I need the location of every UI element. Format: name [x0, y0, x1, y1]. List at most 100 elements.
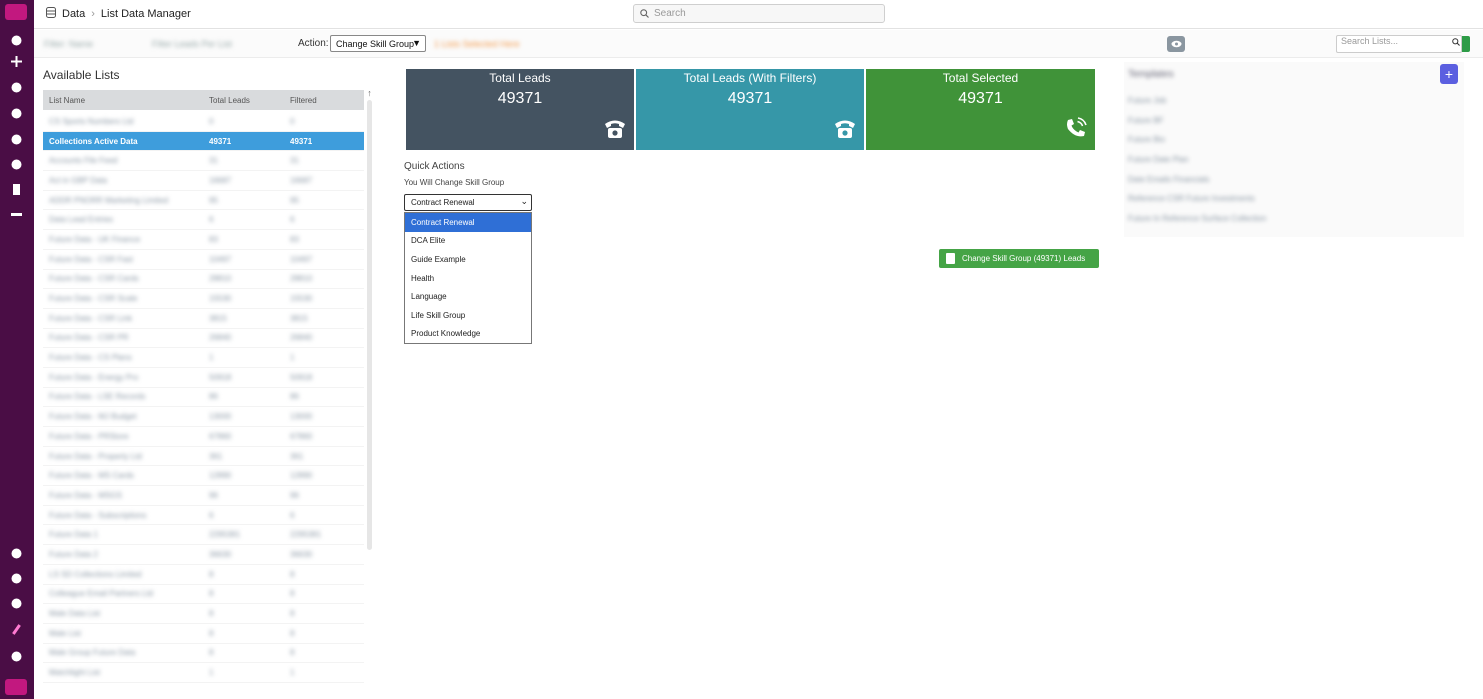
table-row[interactable]: Future Data - MJ Budget 13000 13000	[43, 407, 364, 427]
lists-table-body: CS Sports Numbers Ltd 0 0 Collections Activ…	[43, 112, 364, 683]
template-item[interactable]: Future Date Plan	[1128, 155, 1266, 175]
table-row[interactable]: Future Data - CSR Link 3815 3815	[43, 309, 364, 329]
table-row[interactable]: Accounts File Feed 31 31	[43, 151, 364, 172]
cell-filtered: 6	[290, 510, 295, 520]
template-item[interactable]: Future Bio	[1128, 135, 1266, 155]
cell-filtered: 67860	[290, 431, 313, 441]
table-row[interactable]: LS SD Collections Limited 8 8	[43, 565, 364, 585]
cell-total: 36630	[209, 549, 232, 559]
link-icon[interactable]	[10, 208, 23, 221]
table-row[interactable]: Male Group Future Data 8 8	[43, 644, 364, 664]
home-icon[interactable]	[10, 34, 23, 47]
templates-title: Templates	[1128, 69, 1174, 80]
table-row[interactable]: Male Data List 8 8	[43, 604, 364, 624]
profile-icon[interactable]	[10, 650, 23, 663]
cell-filtered: 31	[290, 156, 299, 166]
users-icon[interactable]	[10, 107, 23, 120]
plus-icon[interactable]	[10, 55, 23, 68]
list-search-placeholder: Search Lists...	[1341, 36, 1399, 46]
quick-actions-title: Quick Actions	[404, 161, 465, 172]
column-header-filtered[interactable]: Filtered	[290, 96, 364, 105]
table-row[interactable]: Future Data - MSGS 96 96	[43, 486, 364, 506]
table-row[interactable]: Collections Active Data 49371 49371	[43, 131, 364, 152]
cell-name: Future Data - UK Finance	[49, 234, 141, 244]
table-row[interactable]: Future Data - CSR Scale 15530 15530	[43, 289, 364, 309]
cell-name: Future Data - CSR PR	[49, 333, 129, 343]
table-row[interactable]: Future Data - LSE Records 86 86	[43, 388, 364, 408]
table-row[interactable]: Future Data - UK Finance 83 83	[43, 230, 364, 250]
cell-filtered: 0	[290, 116, 295, 126]
help-icon[interactable]	[10, 572, 23, 585]
document-icon[interactable]	[10, 183, 23, 196]
table-row[interactable]: Future Data - CS Plans 1 1	[43, 348, 364, 368]
dropdown-option[interactable]: DCA Elite	[405, 232, 531, 251]
cell-filtered: 8	[290, 609, 295, 619]
cell-name: LS SD Collections Limited	[49, 569, 142, 579]
filter-leads[interactable]: Filter Leads Per List	[152, 39, 232, 49]
dropdown-option[interactable]: Contract Renewal	[405, 213, 531, 232]
dropdown-option[interactable]: Guide Example	[405, 250, 531, 269]
cell-total: 8	[209, 628, 214, 638]
table-row[interactable]: Male List 8 8	[43, 624, 364, 644]
dropdown-option[interactable]: Life Skill Group	[405, 306, 531, 325]
search-icon[interactable]	[1452, 38, 1460, 48]
table-row[interactable]: Data Lead Entries 6 6	[43, 210, 364, 231]
side-panel-toggle[interactable]	[1462, 36, 1470, 52]
cell-filtered: 13000	[290, 412, 313, 422]
table-row[interactable]: ADDR PNORR Marketing Limited 95 95	[43, 191, 364, 211]
dropdown-option[interactable]: Product Knowledge	[405, 325, 531, 344]
settings-icon[interactable]	[10, 158, 23, 171]
list-search-input[interactable]: Search Lists...	[1336, 35, 1462, 53]
template-item[interactable]: Future BF	[1128, 116, 1266, 136]
table-row[interactable]: Future Data - CSR Fast 10497 10497	[43, 250, 364, 270]
table-row[interactable]: Future Data 1 2295381 2295381	[43, 525, 364, 546]
gear-icon[interactable]	[10, 547, 23, 560]
cell-name: Male Data List	[49, 609, 101, 619]
globe-icon[interactable]	[10, 81, 23, 94]
scroll-up-icon[interactable]: ↑	[366, 88, 373, 98]
tile-value: 49371	[727, 90, 773, 107]
template-item[interactable]: Date Emails Financials	[1128, 175, 1266, 195]
notification-icon[interactable]	[10, 597, 23, 610]
table-row[interactable]: Future Data - CSR PR 26840 26840	[43, 329, 364, 349]
table-row[interactable]: Future Data - Property Ltd 361 361	[43, 447, 364, 467]
lists-scrollbar[interactable]: ↑	[366, 88, 373, 688]
table-row[interactable]: Colleague Email Partners Ltd 8 8	[43, 585, 364, 605]
table-row[interactable]: Matchlight List 1 1	[43, 663, 364, 683]
table-row[interactable]: Future Data - PRStore 67860 67860	[43, 427, 364, 447]
filter-name[interactable]: Filter: Name	[44, 39, 93, 49]
table-row[interactable]: Future Data 2 36630 36630	[43, 545, 364, 565]
app-logo[interactable]	[5, 4, 27, 20]
chart-icon[interactable]	[10, 133, 23, 146]
template-item[interactable]: Future In Reference Surface Collection	[1128, 214, 1266, 234]
chevron-down-icon: ⌄	[520, 196, 528, 206]
table-row[interactable]: Future Data - CSR Cards 28810 28810	[43, 270, 364, 290]
table-row[interactable]: Future Data - Energy Pro 50918 50918	[43, 368, 364, 388]
global-search-input[interactable]: Search	[633, 4, 885, 23]
skill-group-select-value: Contract Renewal	[411, 198, 475, 207]
view-button[interactable]	[1167, 36, 1185, 52]
pen-icon[interactable]	[10, 623, 23, 636]
template-item[interactable]: Reference CSR Future Investments	[1128, 194, 1266, 214]
table-row[interactable]: Future Data - MS Cards 12890 12890	[43, 466, 364, 487]
left-nav	[0, 0, 34, 699]
skill-group-select[interactable]: Contract Renewal ⌄	[404, 194, 532, 211]
template-item[interactable]: Future Job	[1128, 96, 1266, 116]
add-template-button[interactable]: +	[1440, 64, 1458, 84]
table-row[interactable]: CS Sports Numbers Ltd 0 0	[43, 112, 364, 132]
change-skill-group-button[interactable]: Change Skill Group (49371) Leads	[939, 249, 1099, 268]
dropdown-option[interactable]: Language	[405, 287, 531, 306]
brand-logo-bottom[interactable]	[5, 679, 27, 695]
column-header-total-leads[interactable]: Total Leads	[209, 96, 290, 105]
dropdown-option[interactable]: Health	[405, 269, 531, 288]
table-row[interactable]: Future Data - Subscriptions 6 6	[43, 506, 364, 526]
breadcrumb-data[interactable]: Data	[62, 8, 85, 20]
eye-icon	[1171, 40, 1181, 48]
scroll-thumb[interactable]	[367, 100, 372, 550]
cell-filtered: 8	[290, 569, 295, 579]
column-header-list-name[interactable]: List Name	[43, 96, 209, 105]
table-row[interactable]: Act in GBP Data 16687 16687	[43, 171, 364, 191]
cell-filtered: 1	[290, 353, 295, 363]
cell-total: 95	[209, 195, 218, 205]
action-select[interactable]: Change Skill Group ▼	[330, 35, 426, 52]
